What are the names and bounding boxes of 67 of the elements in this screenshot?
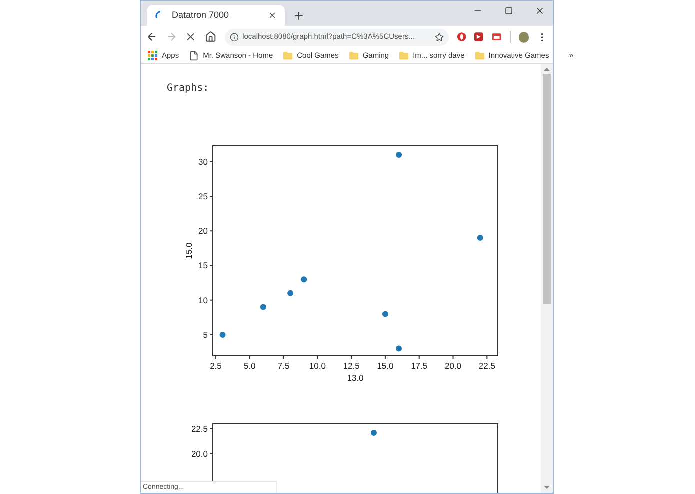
x-tick: 2.5 [210,356,222,371]
data-point [396,346,402,352]
y-tick: 15 [198,260,214,271]
x-axis-label: 13.0 [347,373,364,383]
x-tick-label: 7.5 [278,361,290,371]
bookmarks-overflow[interactable]: » [569,50,574,62]
back-icon[interactable] [146,31,158,43]
data-point [382,311,388,318]
info-icon [230,32,239,42]
y-tick-label: 5 [203,330,208,340]
y-tick-label: 25 [198,192,208,202]
y-tick: 22.5 [191,424,214,434]
x-tick-label: 20.0 [444,361,462,371]
y-tick: 10 [198,295,214,306]
folder-icon [348,50,359,60]
x-tick-label: 2.5 [210,361,222,371]
close-icon[interactable] [268,11,277,20]
browser-tab[interactable]: Datatron 7000 [147,5,285,26]
extension-icon[interactable] [492,32,502,42]
stop-icon[interactable] [185,31,197,43]
x-tick-label: 17.5 [411,361,428,371]
page-icon [189,50,200,60]
y-axis-label: 15.0 [184,242,194,260]
x-tick: 22.5 [478,356,496,371]
x-tick: 12.5 [343,356,360,371]
x-tick-label: 5.0 [244,361,256,371]
x-tick: 5.0 [244,356,256,371]
folder-icon [283,50,294,60]
y-tick: 5 [203,330,214,340]
heading: Graphs: [167,82,210,96]
y-tick: 20 [198,226,214,236]
x-tick: 10.0 [309,356,326,371]
scrollbar[interactable] [541,64,553,493]
apps-grid-icon [148,50,158,60]
y-tick: 30 [198,156,214,167]
star-icon[interactable] [434,32,444,42]
y-tick-label: 20 [198,226,208,236]
data-point [396,152,402,158]
x-tick-label: 12.5 [343,361,360,371]
y-tick-label: 30 [198,156,208,167]
data-point [301,276,308,283]
data-point [371,430,377,436]
extension-icon[interactable] [474,32,484,42]
y-tick-label: 15 [198,260,208,271]
x-tick-label: 10.0 [309,361,326,371]
x-tick: 17.5 [411,356,428,371]
y-tick: 25 [198,192,214,202]
folder-icon [474,50,485,60]
maximize-icon[interactable] [505,7,513,15]
x-tick-label: 22.5 [478,361,496,371]
folder-icon [399,50,410,60]
data-point [260,304,266,310]
y-tick-label: 10 [198,295,208,306]
tab-title: Datatron 7000 [172,8,230,22]
data-point [220,332,226,338]
x-tick: 15.0 [377,356,394,371]
extension-icon[interactable] [456,32,466,42]
new-tab-icon[interactable] [293,10,305,22]
data-point [288,290,294,296]
x-tick-label: 15.0 [377,361,394,371]
y-tick: 20.0 [191,449,214,459]
avatar[interactable] [518,32,530,42]
data-point [477,235,484,242]
x-tick: 20.0 [444,356,462,371]
home-icon[interactable] [204,31,217,43]
close-icon[interactable] [535,6,545,16]
x-tick: 7.5 [278,356,290,371]
